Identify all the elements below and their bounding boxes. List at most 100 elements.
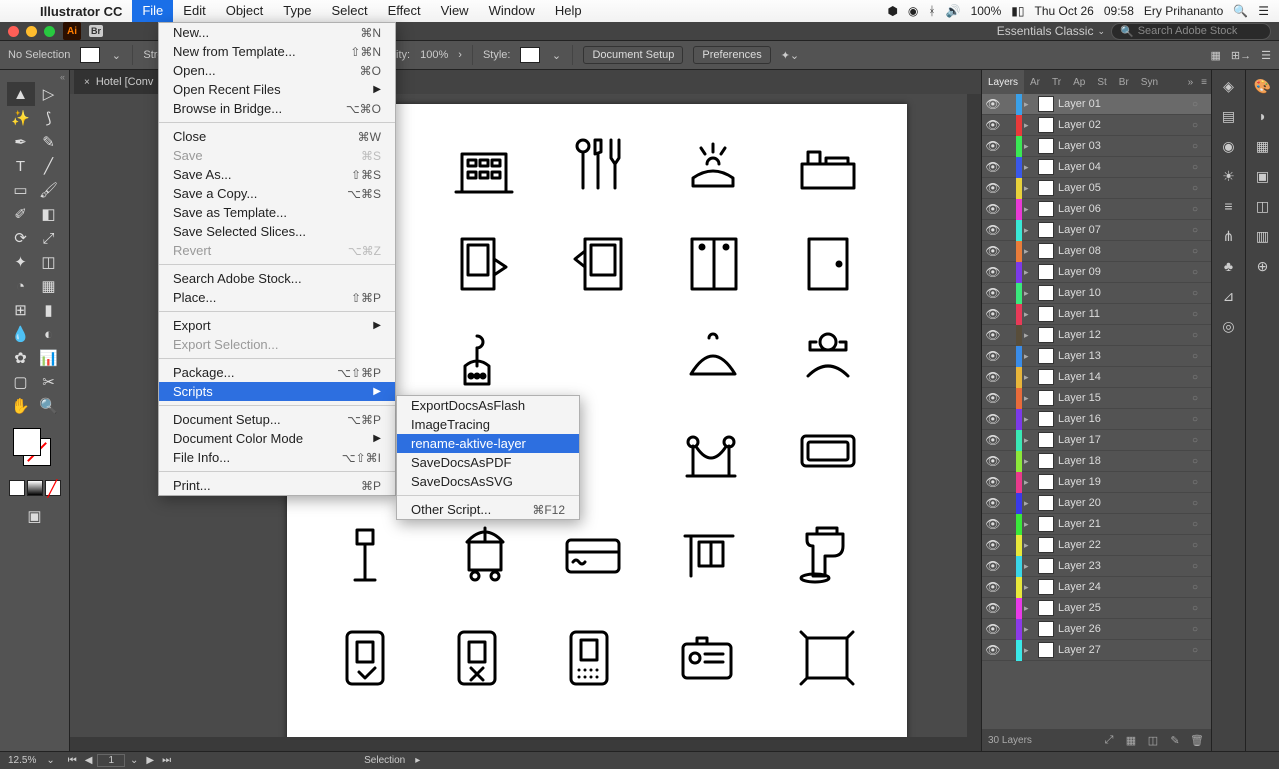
expand-icon[interactable]: ▸ xyxy=(1024,645,1034,656)
menu-item[interactable]: Save as Template... xyxy=(159,203,395,222)
vertical-scrollbar[interactable] xyxy=(967,94,981,751)
panel-tab-syn[interactable]: Syn xyxy=(1135,70,1164,94)
fill-swatch[interactable] xyxy=(80,47,100,63)
visibility-icon[interactable]: 👁 xyxy=(982,307,1004,321)
layer-row[interactable]: 👁▸Layer 16○ xyxy=(982,409,1211,430)
menu-item[interactable]: Save a Copy...⌥⌘S xyxy=(159,184,395,203)
workspace-switcher[interactable]: Essentials Classic⌄ xyxy=(997,24,1105,38)
target-icon[interactable]: ○ xyxy=(1187,540,1203,551)
layer-row[interactable]: 👁▸Layer 11○ xyxy=(982,304,1211,325)
expand-icon[interactable]: ▸ xyxy=(1024,477,1034,488)
new-sublayer-icon[interactable]: ◫ xyxy=(1145,734,1161,747)
target-icon[interactable]: ○ xyxy=(1187,330,1203,341)
menu-help[interactable]: Help xyxy=(545,0,592,22)
panel-tab-br[interactable]: Br xyxy=(1113,70,1135,94)
menu-select[interactable]: Select xyxy=(321,0,377,22)
panel-tab-st[interactable]: St xyxy=(1091,70,1112,94)
visibility-icon[interactable]: 👁 xyxy=(982,391,1004,405)
shaper-tool[interactable]: ✐ xyxy=(7,202,35,226)
menu-item[interactable]: Document Color Mode▶ xyxy=(159,429,395,448)
stroke-icon[interactable]: ≡ xyxy=(1217,194,1241,218)
blend-tool[interactable]: ◐ xyxy=(35,322,63,346)
graph-tool[interactable]: 📊 xyxy=(35,346,63,370)
visibility-icon[interactable]: 👁 xyxy=(982,580,1004,594)
menu-item[interactable]: SaveDocsAsSVG xyxy=(397,472,579,491)
menu-item[interactable]: Save Selected Slices... xyxy=(159,222,395,241)
selection-tool[interactable]: ▲ xyxy=(7,82,35,106)
layer-row[interactable]: 👁▸Layer 21○ xyxy=(982,514,1211,535)
visibility-icon[interactable]: 👁 xyxy=(982,118,1004,132)
menu-item[interactable]: Package...⌥⇧⌘P xyxy=(159,363,395,382)
target-icon[interactable]: ○ xyxy=(1187,393,1203,404)
menu-object[interactable]: Object xyxy=(216,0,274,22)
scale-tool[interactable]: ⤢ xyxy=(35,226,63,250)
brushes-icon[interactable]: ⊿ xyxy=(1217,284,1241,308)
list-icon[interactable]: ☰ xyxy=(1261,49,1271,62)
target-icon[interactable]: ○ xyxy=(1187,267,1203,278)
layer-list[interactable]: 👁▸Layer 01○👁▸Layer 02○👁▸Layer 03○👁▸Layer… xyxy=(982,94,1211,729)
graphic-styles-icon[interactable]: ☀ xyxy=(1217,164,1241,188)
menu-item[interactable]: Print...⌘P xyxy=(159,476,395,495)
direct-selection-tool[interactable]: ▷ xyxy=(35,82,63,106)
layers-icon[interactable]: ▤ xyxy=(1217,104,1241,128)
transparency-icon[interactable]: ▣ xyxy=(1251,164,1275,188)
mesh-tool[interactable]: ⊞ xyxy=(7,298,35,322)
visibility-icon[interactable]: 👁 xyxy=(982,286,1004,300)
expand-icon[interactable]: ▸ xyxy=(1024,561,1034,572)
expand-icon[interactable]: ▸ xyxy=(1024,624,1034,635)
expand-icon[interactable]: ▸ xyxy=(1024,288,1034,299)
visibility-icon[interactable]: 👁 xyxy=(982,265,1004,279)
gradient-mode[interactable] xyxy=(27,480,43,496)
visibility-icon[interactable]: 👁 xyxy=(982,412,1004,426)
expand-icon[interactable]: ▸ xyxy=(1024,351,1034,362)
layer-row[interactable]: 👁▸Layer 03○ xyxy=(982,136,1211,157)
close-tab-icon[interactable]: × xyxy=(84,77,90,88)
expand-icon[interactable]: ▸ xyxy=(1024,456,1034,467)
visibility-icon[interactable]: 👁 xyxy=(982,370,1004,384)
target-icon[interactable]: ○ xyxy=(1187,141,1203,152)
target-icon[interactable]: ○ xyxy=(1187,414,1203,425)
menu-item[interactable]: File Info...⌥⇧⌘I xyxy=(159,448,395,467)
style-swatch[interactable] xyxy=(520,47,540,63)
target-icon[interactable]: ○ xyxy=(1187,477,1203,488)
menu-item[interactable]: New...⌘N xyxy=(159,23,395,42)
target-icon[interactable]: ○ xyxy=(1187,288,1203,299)
align-icon[interactable]: ▥ xyxy=(1251,224,1275,248)
target-icon[interactable]: ○ xyxy=(1187,435,1203,446)
target-icon[interactable]: ○ xyxy=(1187,624,1203,635)
menu-type[interactable]: Type xyxy=(273,0,321,22)
menu-item[interactable]: Save As...⇧⌘S xyxy=(159,165,395,184)
shape-builder-tool[interactable]: ◔ xyxy=(7,274,35,298)
menu-item[interactable]: SaveDocsAsPDF xyxy=(397,453,579,472)
layer-row[interactable]: 👁▸Layer 14○ xyxy=(982,367,1211,388)
transform-icon[interactable]: ▦ xyxy=(1211,49,1221,62)
minimize-window-button[interactable] xyxy=(26,26,37,37)
volume-icon[interactable]: 🔊 xyxy=(946,4,961,18)
screen-mode[interactable]: ▣ xyxy=(21,504,49,528)
visibility-icon[interactable]: 👁 xyxy=(982,601,1004,615)
perspective-tool[interactable]: ▦ xyxy=(35,274,63,298)
menu-item[interactable]: Document Setup...⌥⌘P xyxy=(159,410,395,429)
menu-window[interactable]: Window xyxy=(479,0,545,22)
eraser-tool[interactable]: ◧ xyxy=(35,202,63,226)
gradient-tool[interactable]: ▮ xyxy=(35,298,63,322)
layer-row[interactable]: 👁▸Layer 13○ xyxy=(982,346,1211,367)
target-icon[interactable]: ○ xyxy=(1187,519,1203,530)
target-icon[interactable]: ○ xyxy=(1187,162,1203,173)
spotlight-icon[interactable]: 🔍 xyxy=(1233,4,1248,18)
visibility-icon[interactable]: 👁 xyxy=(982,475,1004,489)
expand-icon[interactable]: ▸ xyxy=(1024,519,1034,530)
menu-edit[interactable]: Edit xyxy=(173,0,215,22)
menu-item[interactable]: ImageTracing xyxy=(397,415,579,434)
target-icon[interactable]: ○ xyxy=(1187,99,1203,110)
menu-item[interactable]: Export▶ xyxy=(159,316,395,335)
menu-item[interactable]: Other Script...⌘F12 xyxy=(397,500,579,519)
layer-row[interactable]: 👁▸Layer 12○ xyxy=(982,325,1211,346)
swatches-icon[interactable]: ◎ xyxy=(1217,314,1241,338)
expand-icon[interactable]: ▸ xyxy=(1024,99,1034,110)
document-setup-button[interactable]: Document Setup xyxy=(583,46,683,64)
expand-icon[interactable]: ▸ xyxy=(1024,309,1034,320)
expand-icon[interactable]: ▸ xyxy=(1024,393,1034,404)
slice-tool[interactable]: ✂ xyxy=(35,370,63,394)
target-icon[interactable]: ○ xyxy=(1187,225,1203,236)
